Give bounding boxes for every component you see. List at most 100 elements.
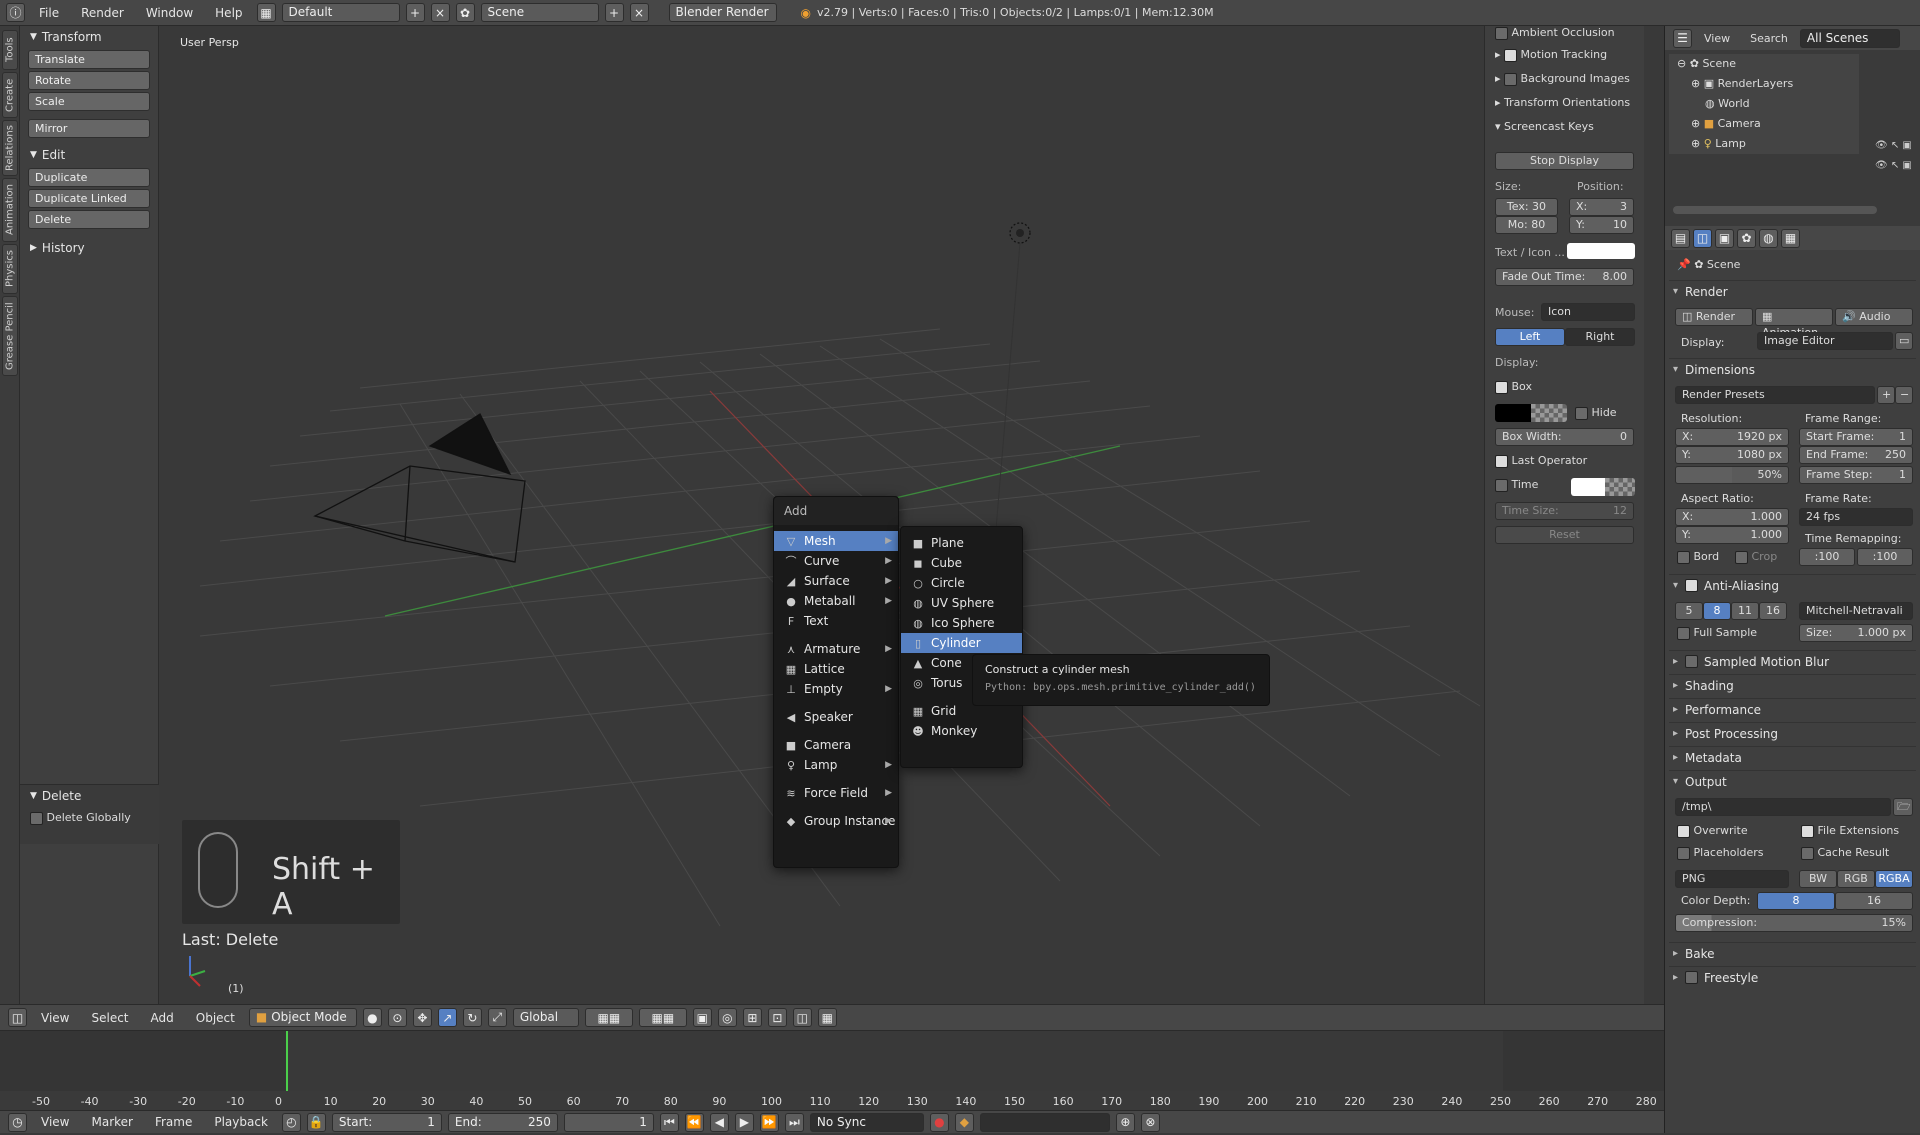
file-extensions-toggle[interactable]: File Extensions (1801, 824, 1899, 838)
texture-tab-icon[interactable]: ▦ (1781, 228, 1800, 248)
menu-item-monkey[interactable]: ☻ Monkey (901, 721, 1022, 741)
color-depth-8[interactable]: 8 (1757, 892, 1835, 910)
mouse-select[interactable]: Icon (1541, 303, 1635, 321)
anti-aliasing-checkbox[interactable] (1685, 579, 1698, 592)
background-images-row[interactable]: ▸ Background Images (1495, 72, 1634, 86)
menu-item-circle[interactable]: ○ Circle (901, 573, 1022, 593)
scale-manipulator-icon[interactable]: ⤢ (487, 1008, 507, 1027)
duplicate-linked-button[interactable]: Duplicate Linked (28, 189, 150, 208)
menu-item-metaball[interactable]: ● Metaball ▶ (774, 591, 898, 611)
outliner-search-menu[interactable]: Search (1742, 32, 1796, 45)
res-x-field[interactable]: X: 1920 px (1675, 428, 1789, 446)
color-depth-16[interactable]: 16 (1835, 892, 1913, 910)
tree-item-renderlayers[interactable]: ⊕ ▣ RenderLayers (1669, 74, 1859, 94)
outliner-editor-icon[interactable]: ☰ (1673, 28, 1692, 48)
rotate-button[interactable]: Rotate (28, 71, 150, 90)
menu-item-force-field[interactable]: ≋ Force Field ▶ (774, 783, 898, 803)
duplicate-button[interactable]: Duplicate (28, 168, 150, 187)
screencast-keys-row[interactable]: ▾ Screencast Keys (1495, 120, 1634, 133)
remove-scene-icon[interactable]: × (629, 3, 649, 22)
remap-old-field[interactable]: :100 (1799, 548, 1855, 566)
remove-preset-icon[interactable]: − (1895, 386, 1913, 404)
scene-icon[interactable]: ✿ (455, 3, 475, 22)
menu-window[interactable]: Window (138, 0, 201, 26)
menu-add[interactable]: Add (143, 1005, 182, 1031)
menu-item-surface[interactable]: ◢ Surface ▶ (774, 571, 898, 591)
translate-button[interactable]: Translate (28, 50, 150, 69)
layers-grid-2-icon[interactable]: ▦▦ (638, 1008, 687, 1027)
menu-item-lamp[interactable]: ♀ Lamp ▶ (774, 755, 898, 775)
aspect-y-field[interactable]: Y: 1.000 (1675, 526, 1789, 544)
current-frame-field[interactable]: 1 (563, 1112, 654, 1132)
text-color-swatch[interactable] (1567, 243, 1635, 259)
timeline-menu-frame[interactable]: Frame (147, 1109, 200, 1135)
add-scene-icon[interactable]: + (604, 3, 624, 22)
tab-create[interactable]: Create (2, 72, 18, 118)
next-keyframe-icon[interactable]: ⏩ (759, 1112, 779, 1132)
cache-result-checkbox[interactable] (1801, 846, 1814, 860)
freestyle-panel-header[interactable]: Freestyle (1669, 966, 1916, 988)
render-button[interactable]: ◫ Render (1675, 308, 1753, 326)
render-anim-icon[interactable]: ▦ (817, 1008, 837, 1027)
lock-range-icon[interactable]: 🔒 (306, 1112, 326, 1132)
file-format-select[interactable]: PNG (1675, 870, 1789, 888)
tab-animation[interactable]: Animation (2, 178, 18, 242)
orientation-select[interactable]: Global (512, 1008, 579, 1027)
jump-start-icon[interactable]: ⏮ (659, 1112, 679, 1132)
viewport-editor-icon[interactable]: ◫ (8, 1008, 27, 1027)
lock-layers-icon[interactable]: ▣ (692, 1008, 712, 1027)
right-button[interactable]: Right (1565, 328, 1635, 346)
scene-tab-icon[interactable]: ✿ (1737, 228, 1756, 248)
snap-icon[interactable]: ⊞ (742, 1008, 762, 1027)
time-checkbox[interactable] (1495, 478, 1508, 492)
fade-out-time-field[interactable]: Fade Out Time: 8.00 (1495, 268, 1634, 286)
menu-file[interactable]: File (31, 0, 67, 26)
menu-help[interactable]: Help (207, 0, 250, 26)
placeholders-toggle[interactable]: Placeholders (1677, 846, 1764, 860)
placeholders-checkbox[interactable] (1677, 846, 1690, 860)
motion-blur-checkbox[interactable] (1685, 655, 1698, 668)
world-tab-icon[interactable]: ◍ (1759, 228, 1778, 248)
end-frame-field[interactable]: End: 250 (447, 1112, 558, 1132)
res-percentage-slider[interactable]: 50% (1675, 466, 1789, 484)
shading-icon[interactable]: ● (362, 1008, 382, 1027)
frame-rate-select[interactable]: 24 fps (1799, 508, 1913, 526)
transform-panel-header[interactable]: ▼ Transform (20, 26, 158, 48)
start-frame-field[interactable]: Start Frame: 1 (1799, 428, 1913, 446)
compression-slider[interactable]: Compression: 15% (1675, 914, 1913, 932)
bake-panel-header[interactable]: Bake (1669, 942, 1916, 964)
last-operator-row[interactable]: Last Operator (1495, 454, 1634, 468)
color-mode-rgb[interactable]: RGB (1837, 870, 1875, 888)
play-reverse-icon[interactable]: ◀ (709, 1112, 729, 1132)
tree-item-camera[interactable]: ⊕ ■ Camera (1669, 114, 1859, 134)
motion-tracking-row[interactable]: ▸ Motion Tracking (1495, 48, 1634, 62)
delete-globally-row[interactable]: Delete Globally (20, 807, 159, 829)
animation-button[interactable]: ▦ Animation (1755, 308, 1833, 339)
outliner-scrollbar[interactable] (1673, 206, 1877, 214)
menu-item-armature[interactable]: ⋏ Armature ▶ (774, 639, 898, 659)
hide-checkbox[interactable] (1575, 406, 1588, 420)
menu-select[interactable]: Select (83, 1005, 136, 1031)
record-icon[interactable]: ● (929, 1112, 949, 1132)
crop-toggle[interactable]: Crop (1735, 550, 1777, 564)
folder-icon[interactable]: 🗁 (1893, 798, 1913, 816)
rotate-manipulator-icon[interactable]: ↻ (462, 1008, 482, 1027)
info-editor-icon[interactable]: ⓘ (6, 3, 25, 22)
edit-panel-header[interactable]: ▼ Edit (20, 144, 158, 166)
keying-set-icon[interactable]: ◆ (954, 1112, 974, 1132)
keying-set-field[interactable] (979, 1112, 1110, 1132)
reset-button[interactable]: Reset (1495, 526, 1634, 544)
box-color-swatch[interactable] (1495, 404, 1531, 422)
last-operator-checkbox[interactable] (1495, 454, 1508, 468)
properties-editor-icon[interactable]: ▤ (1671, 228, 1690, 248)
metadata-panel-header[interactable]: Metadata (1669, 746, 1916, 768)
layout-grid-icon[interactable]: ▦ (256, 3, 276, 22)
res-y-field[interactable]: Y: 1080 px (1675, 446, 1789, 464)
menu-view[interactable]: View (33, 1005, 77, 1031)
menu-item-plane[interactable]: ■ Plane (901, 533, 1022, 553)
menu-item-cube[interactable]: ◼ Cube (901, 553, 1022, 573)
aa-samples-8[interactable]: 8 (1703, 602, 1731, 620)
end-frame-field[interactable]: End Frame: 250 (1799, 446, 1913, 464)
tab-tools[interactable]: Tools (2, 30, 18, 70)
menu-item-curve[interactable]: ⌒ Curve ▶ (774, 551, 898, 571)
